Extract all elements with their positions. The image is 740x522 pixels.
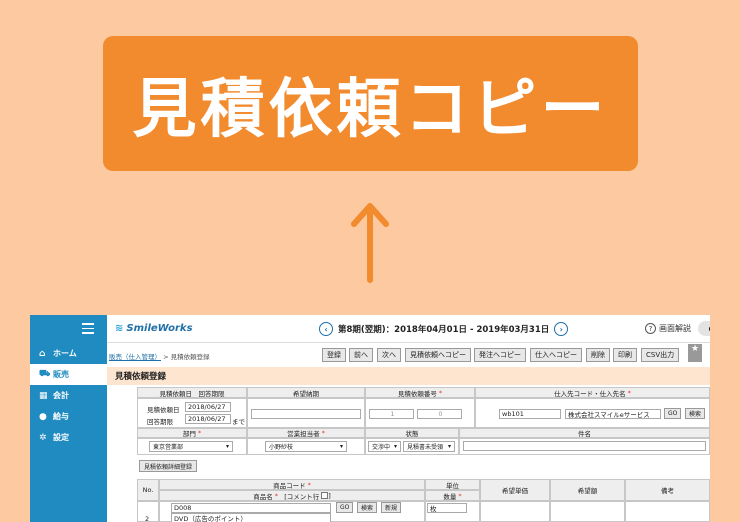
breadcrumb: 販売（仕入管理） > 見積依頼登録 — [109, 353, 210, 361]
sidebar-item-label: ホーム — [53, 349, 77, 358]
register-button[interactable]: 登録 — [322, 348, 346, 362]
chevron-down-icon: ▾ — [447, 443, 451, 450]
quote-request-form: 見積依頼日 回答期限 希望納期 見積依頼番号 * 仕入先コード・仕入先名 * 見… — [107, 387, 710, 522]
staff-select[interactable]: 小野紗枝 ▾ — [265, 441, 347, 452]
supplier-go-button[interactable]: GO — [664, 408, 682, 419]
desired-delivery-input[interactable] — [251, 409, 361, 419]
unit-header: 単位 — [425, 479, 480, 490]
hero-title: 見積依頼コピー — [132, 72, 609, 147]
cart-icon: ⛟ — [39, 369, 51, 379]
next-period-icon[interactable]: › — [554, 322, 569, 336]
no-header: No. — [137, 479, 159, 501]
desired-delivery-header: 希望納期 — [247, 387, 365, 398]
delete-button[interactable]: 削除 — [586, 348, 610, 362]
number-header: 見積依頼番号 * — [365, 387, 475, 398]
prev-period-icon[interactable]: ‹ — [319, 322, 333, 336]
qty-header: 数量 * — [425, 490, 480, 501]
due-date-input[interactable]: 2018/06/27 — [185, 414, 231, 424]
arrow-up-icon — [351, 203, 389, 283]
staff-header: 営業担当者 * — [247, 428, 365, 438]
row-number: 2 — [145, 515, 150, 522]
comment-checkbox[interactable] — [321, 492, 329, 499]
next-button[interactable]: 次へ — [377, 348, 401, 362]
status-header: 状態 — [365, 428, 459, 438]
print-button[interactable]: 印刷 — [613, 348, 637, 362]
detail-register-button[interactable]: 見積依頼詳細登録 — [139, 460, 198, 472]
product-name-input[interactable]: DVD（広告のポイント） — [171, 513, 331, 522]
product-code-header: 商品コード * — [159, 479, 425, 490]
quote-status-select[interactable]: 見積書未受領 ▾ — [403, 441, 455, 452]
home-icon: ⌂ — [39, 348, 46, 359]
bookmark-icon[interactable]: ★ — [688, 344, 702, 362]
money-bag-icon: ● — [39, 411, 47, 422]
csv-export-button[interactable]: CSV出力 — [641, 348, 680, 362]
subject-input[interactable] — [463, 441, 706, 451]
request-date-input[interactable]: 2018/06/27 — [185, 402, 231, 412]
product-new-button[interactable]: 新規 — [381, 502, 402, 513]
date-header: 見積依頼日 回答期限 — [137, 387, 247, 398]
product-code-input[interactable]: D008 — [171, 503, 331, 513]
status-select[interactable]: 交渉中 ▾ — [368, 441, 401, 452]
period-selector: ‹ 第8期(翌期)：2018年04月01日 - 2019年03月31日 › — [319, 322, 569, 336]
prev-button[interactable]: 前へ — [349, 348, 373, 362]
supplier-header: 仕入先コード・仕入先名 * — [475, 387, 710, 398]
help-link[interactable]: ? 画面解説 — [645, 323, 691, 334]
dept-header: 部門 * — [137, 428, 247, 438]
breadcrumb-current: 見積依頼登録 — [170, 353, 210, 361]
logo-icon: ≋ — [115, 323, 124, 334]
amount-header: 希望額 — [550, 479, 625, 501]
breadcrumb-parent-link[interactable]: 販売（仕入管理） — [109, 353, 161, 361]
product-search-button[interactable]: 検索 — [357, 502, 378, 513]
until-label: まで — [232, 418, 245, 426]
subject-header: 件名 — [459, 428, 710, 438]
request-date-label: 見積依頼日 — [147, 406, 180, 414]
copy-to-order-button[interactable]: 発注へコピー — [474, 348, 526, 362]
sidebar: ⌂ ホーム ⛟ 販売 ▦ 会計 ● 給与 ✲ 設定 — [30, 315, 107, 522]
unit-input[interactable]: 枚 — [427, 503, 467, 513]
number-suffix-input[interactable]: 0 — [417, 409, 462, 419]
chevron-down-icon: ▾ — [339, 443, 343, 450]
chevron-down-icon: ▾ — [393, 443, 397, 450]
app-logo[interactable]: ≋ SmileWorks — [115, 323, 193, 334]
question-icon: ? — [645, 323, 656, 334]
supplier-name-input[interactable]: 株式会社スマイルeサービス — [565, 409, 661, 419]
sidebar-item-accounting[interactable]: ▦ 会計 — [30, 385, 107, 406]
dept-select[interactable]: 東京営業部 ▾ — [149, 441, 233, 452]
due-date-label: 回答期限 — [147, 418, 173, 426]
app-screenshot: ⌂ ホーム ⛟ 販売 ▦ 会計 ● 給与 ✲ 設定 ≋ SmileWorks ‹ … — [30, 315, 710, 522]
sidebar-item-settings[interactable]: ✲ 設定 — [30, 427, 107, 448]
supplier-code-input[interactable]: wb101 — [499, 409, 561, 419]
hero-banner: 見積依頼コピー — [103, 36, 638, 171]
sidebar-item-sales[interactable]: ⛟ 販売 — [30, 364, 107, 385]
copy-to-purchase-button[interactable]: 仕入へコピー — [530, 348, 582, 362]
sidebar-item-payroll[interactable]: ● 給与 — [30, 406, 107, 427]
number-prefix-input[interactable]: 1 — [369, 409, 414, 419]
page-title: 見積依頼登録 — [107, 367, 710, 385]
price-header: 希望単価 — [480, 479, 550, 501]
user-menu-button[interactable]: ●▾ — [698, 321, 710, 336]
menu-icon[interactable] — [82, 323, 94, 337]
calculator-icon: ▦ — [39, 390, 48, 401]
note-header: 備考 — [625, 479, 710, 501]
product-name-header: 商品名 * [コメント行 ] — [159, 490, 425, 501]
supplier-search-button[interactable]: 検索 — [685, 408, 706, 419]
gear-icon: ✲ — [39, 432, 47, 443]
sidebar-item-label: 設定 — [53, 433, 69, 442]
copy-to-quote-request-button[interactable]: 見積依頼へコピー — [405, 348, 471, 362]
sidebar-item-label: 給与 — [53, 412, 69, 421]
top-bar: ≋ SmileWorks ‹ 第8期(翌期)：2018年04月01日 - 2019… — [107, 315, 710, 343]
sidebar-item-label: 販売 — [53, 370, 69, 379]
sidebar-item-home[interactable]: ⌂ ホーム — [30, 343, 107, 364]
chevron-down-icon: ▾ — [225, 443, 229, 450]
user-icon: ●▾ — [709, 324, 711, 333]
product-go-button[interactable]: GO — [336, 502, 354, 513]
sidebar-item-label: 会計 — [53, 391, 69, 400]
period-label: 第8期(翌期)：2018年04月01日 - 2019年03月31日 — [338, 325, 550, 335]
